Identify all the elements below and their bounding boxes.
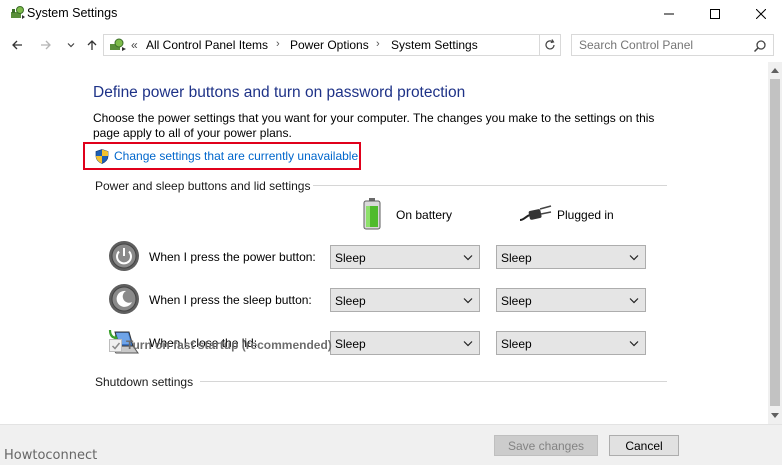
power-button-on-battery-select[interactable]: Sleep <box>330 245 480 269</box>
change-settings-link[interactable]: Change settings that are currently unava… <box>114 149 358 163</box>
breadcrumb-separator[interactable]: › <box>276 38 280 50</box>
cancel-button[interactable]: Cancel <box>609 435 679 456</box>
search-icon[interactable] <box>753 39 767 53</box>
section-divider <box>313 185 667 186</box>
main-content: Define power buttons and turn on passwor… <box>0 62 768 424</box>
scroll-down-button[interactable] <box>768 409 782 423</box>
save-changes-button[interactable]: Save changes <box>494 435 598 456</box>
address-bar[interactable]: « All Control Panel Items › Power Option… <box>103 34 636 56</box>
recent-locations-button[interactable] <box>63 37 79 53</box>
page-description: Choose the power settings that you want … <box>93 111 655 140</box>
breadcrumb-separator[interactable]: › <box>376 38 380 50</box>
maximize-icon <box>710 9 720 19</box>
breadcrumb-system-settings[interactable]: System Settings <box>391 38 478 52</box>
forward-arrow-icon <box>41 40 51 50</box>
search-box[interactable] <box>571 34 774 56</box>
watermark-text: Howtoconnect <box>4 448 98 463</box>
scroll-thumb[interactable] <box>770 79 780 406</box>
address-overflow-icon[interactable]: « <box>131 38 138 52</box>
close-button[interactable] <box>738 0 782 28</box>
footer-bar: Save changes Cancel <box>0 424 782 465</box>
fast-startup-label: Turn on fast startup (recommended) <box>126 338 332 352</box>
forward-button[interactable] <box>38 37 54 53</box>
sleep-button-icon <box>109 284 139 314</box>
power-button-icon <box>109 241 139 271</box>
select-value: Sleep <box>335 294 366 308</box>
refresh-button[interactable] <box>540 34 561 56</box>
column-header-on-battery: On battery <box>396 208 453 222</box>
breadcrumb-all-control-panel-items[interactable]: All Control Panel Items <box>146 38 268 52</box>
title-bar: System Settings <box>0 0 782 28</box>
close-icon <box>756 9 766 19</box>
row-label-power-button: When I press the power button: <box>149 250 316 264</box>
lid-plugged-in-select[interactable]: Sleep <box>496 331 646 355</box>
select-value: Sleep <box>501 337 532 351</box>
chevron-down-icon <box>629 298 639 304</box>
power-options-app-icon <box>11 6 25 19</box>
chevron-down-icon <box>67 43 75 48</box>
refresh-icon <box>545 39 555 50</box>
window-title: System Settings <box>27 6 118 20</box>
select-value: Sleep <box>501 251 532 265</box>
breadcrumb-power-options[interactable]: Power Options <box>290 38 369 52</box>
select-value: Sleep <box>335 251 366 265</box>
scroll-up-icon <box>771 68 779 73</box>
chevron-down-icon <box>463 341 473 347</box>
sleep-button-plugged-in-select[interactable]: Sleep <box>496 288 646 312</box>
select-value: Sleep <box>501 294 532 308</box>
chevron-down-icon <box>463 255 473 261</box>
change-settings-highlight: Change settings that are currently unava… <box>83 142 361 170</box>
sleep-button-on-battery-select[interactable]: Sleep <box>330 288 480 312</box>
chevron-down-icon <box>629 255 639 261</box>
uac-shield-icon <box>95 149 109 164</box>
fast-startup-checkbox[interactable] <box>109 339 122 352</box>
up-arrow-icon <box>87 40 97 50</box>
search-input[interactable] <box>579 38 749 52</box>
section-divider <box>200 381 667 382</box>
section-title-shutdown: Shutdown settings <box>95 375 194 389</box>
chevron-down-icon <box>629 341 639 347</box>
power-button-plugged-in-select[interactable]: Sleep <box>496 245 646 269</box>
vertical-scrollbar[interactable] <box>768 62 782 424</box>
back-arrow-icon <box>12 40 22 50</box>
chevron-down-icon <box>463 298 473 304</box>
back-button[interactable] <box>9 37 25 53</box>
row-label-sleep-button: When I press the sleep button: <box>149 293 312 307</box>
control-panel-icon <box>110 38 126 51</box>
section-title-buttons: Power and sleep buttons and lid settings <box>95 179 311 193</box>
up-button[interactable] <box>84 37 100 53</box>
checkmark-icon <box>111 342 120 350</box>
lid-on-battery-select[interactable]: Sleep <box>330 331 480 355</box>
scroll-up-button[interactable] <box>768 63 782 77</box>
column-header-plugged-in: Plugged in <box>557 208 614 222</box>
scroll-down-icon <box>771 413 779 418</box>
minimize-button[interactable] <box>646 0 692 28</box>
minimize-icon <box>664 13 674 15</box>
battery-icon <box>363 198 381 230</box>
power-plug-icon <box>519 205 552 221</box>
select-value: Sleep <box>335 337 366 351</box>
page-title: Define power buttons and turn on passwor… <box>93 84 466 101</box>
maximize-button[interactable] <box>692 0 738 28</box>
